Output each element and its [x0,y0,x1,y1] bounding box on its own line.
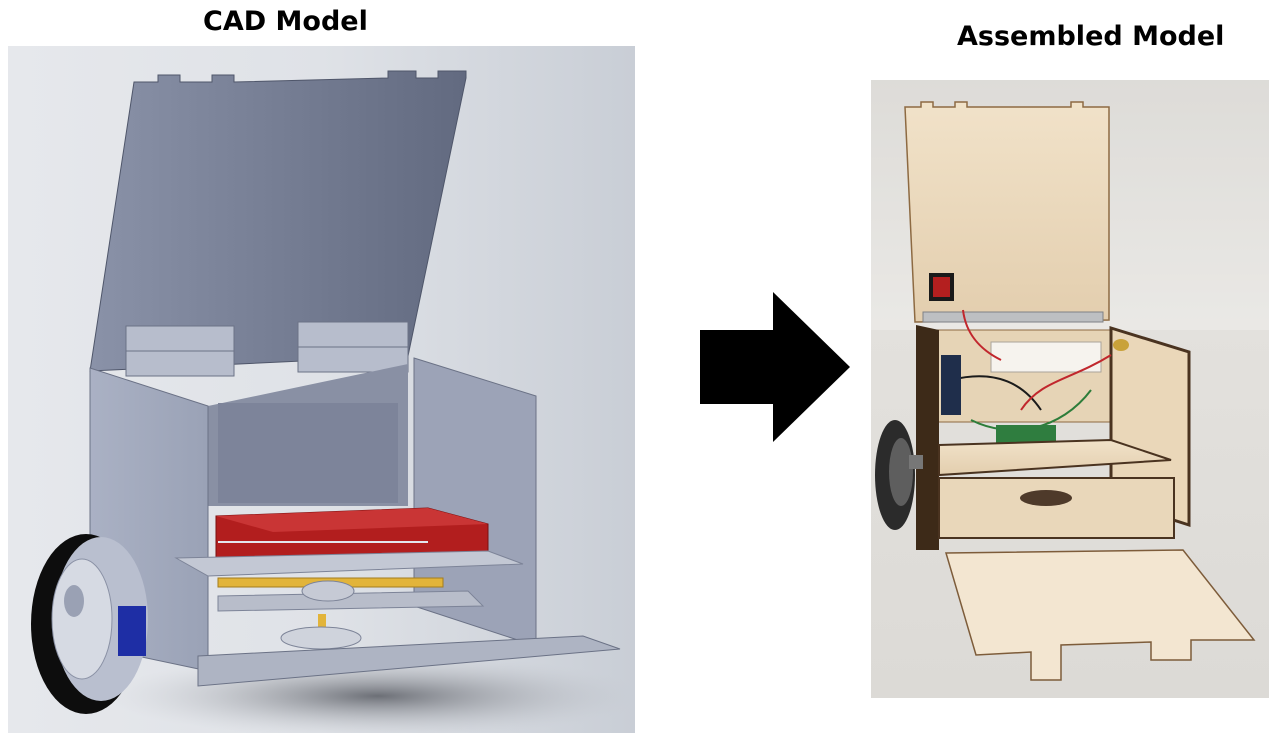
cad-breadboard [215,507,489,559]
assembled-model-photo [871,80,1269,698]
cad-model-render [8,46,635,733]
wooden-lid [904,101,1110,323]
cad-model-title: CAD Model [203,6,368,37]
right-arrow-icon [698,292,852,442]
assembled-model-title: Assembled Model [957,21,1225,52]
